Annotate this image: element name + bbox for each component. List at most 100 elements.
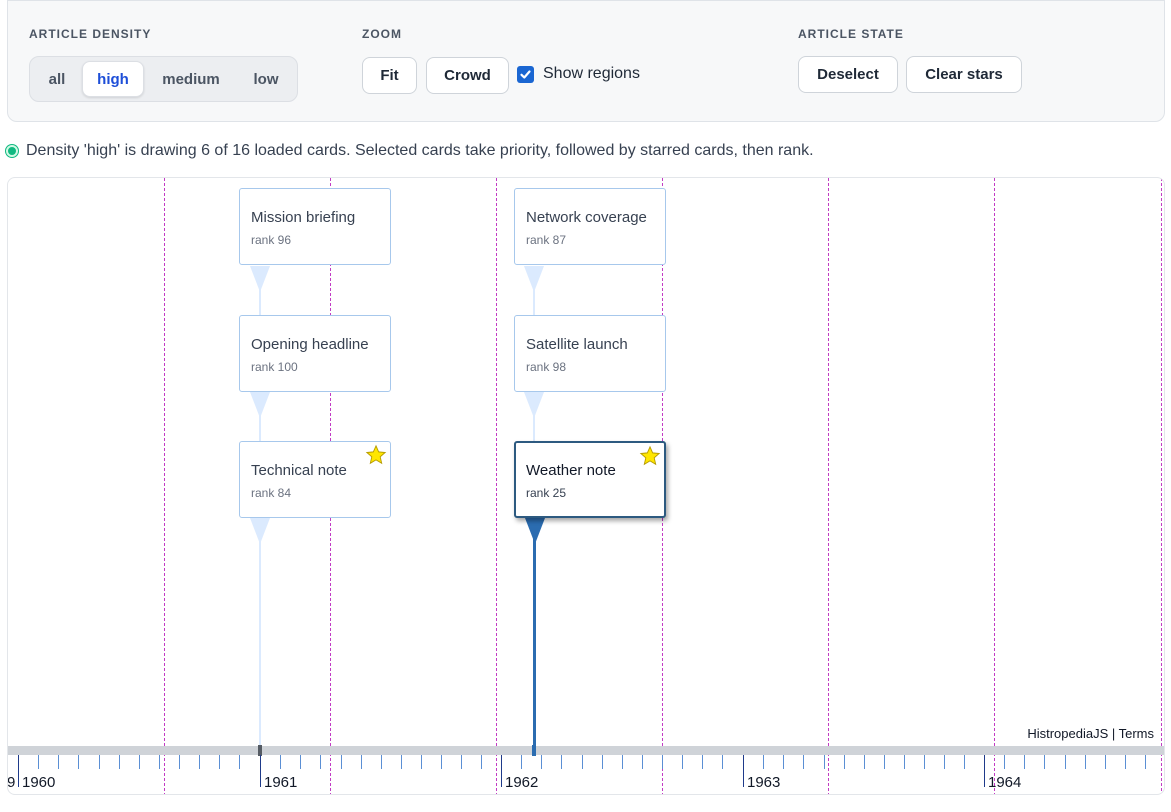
density-option-all[interactable]: all xyxy=(34,61,80,97)
month-tick xyxy=(642,755,643,769)
year-label: 1964 xyxy=(988,774,1022,791)
timeline-canvas[interactable]: Mission briefing rank 96 Opening headlin… xyxy=(7,177,1165,795)
month-tick xyxy=(924,755,925,769)
card-pointer xyxy=(250,518,270,544)
month-tick xyxy=(602,755,603,769)
month-tick xyxy=(99,755,100,769)
show-regions-label: Show regions xyxy=(543,65,640,82)
month-tick xyxy=(38,755,39,769)
month-tick xyxy=(1065,755,1066,769)
year-tick xyxy=(18,755,19,787)
month-tick xyxy=(1004,755,1005,769)
card-pointer xyxy=(524,392,544,418)
region-boundary xyxy=(828,178,829,794)
month-tick xyxy=(944,755,945,769)
fit-button[interactable]: Fit xyxy=(362,57,417,94)
density-group-label: ARTICLE DENSITY xyxy=(29,27,152,41)
card-title: Opening headline xyxy=(251,336,369,353)
month-tick xyxy=(1105,755,1106,769)
region-boundary xyxy=(1161,178,1162,794)
status-text: Density 'high' is drawing 6 of 16 loaded… xyxy=(26,142,814,159)
star-icon[interactable] xyxy=(365,444,387,466)
month-tick xyxy=(964,755,965,769)
year-label: 1963 xyxy=(747,774,781,791)
checkmark-icon xyxy=(520,69,531,79)
year-tick xyxy=(984,755,985,787)
month-tick xyxy=(1125,755,1126,769)
month-tick xyxy=(722,755,723,769)
density-option-high[interactable]: high xyxy=(82,61,144,97)
card-rank: rank 96 xyxy=(251,233,292,247)
axis-marker-selected xyxy=(532,745,536,756)
card-title: Network coverage xyxy=(526,209,647,226)
month-tick xyxy=(1024,755,1025,769)
month-tick xyxy=(239,755,240,769)
clear-stars-button[interactable]: Clear stars xyxy=(906,56,1022,93)
article-card[interactable]: Technical note rank 84 xyxy=(239,441,391,518)
card-rank: rank 84 xyxy=(251,486,292,500)
card-title: Weather note xyxy=(526,462,616,479)
month-tick xyxy=(219,755,220,769)
month-tick xyxy=(702,755,703,769)
density-option-low[interactable]: low xyxy=(238,61,294,97)
region-boundary xyxy=(994,178,995,794)
region-boundary xyxy=(496,178,497,794)
timeline-axis-bar[interactable] xyxy=(8,746,1164,755)
card-pointer xyxy=(250,392,270,418)
deselect-button[interactable]: Deselect xyxy=(798,56,898,93)
month-tick xyxy=(199,755,200,769)
year-label: 1960 xyxy=(22,774,56,791)
month-tick xyxy=(561,755,562,769)
month-tick xyxy=(541,755,542,769)
month-tick xyxy=(58,755,59,769)
article-card[interactable]: Satellite launch rank 98 xyxy=(514,315,666,392)
article-card[interactable]: Mission briefing rank 96 xyxy=(239,188,391,265)
month-tick xyxy=(280,755,281,769)
card-rank: rank 100 xyxy=(251,360,298,374)
attribution-link[interactable]: HistropediaJS | Terms xyxy=(1027,726,1154,741)
month-tick xyxy=(119,755,120,769)
star-icon[interactable] xyxy=(639,445,661,467)
month-tick xyxy=(361,755,362,769)
year-tick xyxy=(501,755,502,787)
year-label: 1961 xyxy=(264,774,298,791)
article-state-group-label: ARTICLE STATE xyxy=(798,27,904,41)
month-tick xyxy=(481,755,482,769)
month-tick xyxy=(441,755,442,769)
show-regions-checkbox[interactable] xyxy=(517,65,534,83)
month-tick xyxy=(381,755,382,769)
density-option-medium[interactable]: medium xyxy=(148,61,234,97)
density-segmented-control: all high medium low xyxy=(29,56,298,102)
month-tick xyxy=(783,755,784,769)
controls-panel: ARTICLE DENSITY all high medium low ZOOM… xyxy=(7,0,1165,122)
density-status: Density 'high' is drawing 6 of 16 loaded… xyxy=(6,142,814,160)
year-tick xyxy=(260,755,261,787)
month-tick xyxy=(763,755,764,769)
card-rank: rank 87 xyxy=(526,233,567,247)
month-tick xyxy=(1085,755,1086,769)
month-tick xyxy=(904,755,905,769)
article-card-selected[interactable]: Weather note rank 25 xyxy=(514,441,666,518)
month-tick xyxy=(622,755,623,769)
month-tick xyxy=(300,755,301,769)
month-tick xyxy=(824,755,825,769)
show-regions-toggle[interactable]: Show regions xyxy=(517,65,640,83)
month-tick xyxy=(341,755,342,769)
month-tick xyxy=(461,755,462,769)
card-pointer xyxy=(524,266,544,292)
month-tick xyxy=(1044,755,1045,769)
article-card[interactable]: Opening headline rank 100 xyxy=(239,315,391,392)
month-tick xyxy=(320,755,321,769)
month-tick xyxy=(682,755,683,769)
zoom-group-label: ZOOM xyxy=(362,27,402,41)
month-tick xyxy=(884,755,885,769)
card-title: Satellite launch xyxy=(526,336,628,353)
card-connector xyxy=(259,518,261,748)
month-tick xyxy=(844,755,845,769)
article-card[interactable]: Network coverage rank 87 xyxy=(514,188,666,265)
crowd-button[interactable]: Crowd xyxy=(426,57,509,94)
status-dot-icon xyxy=(6,145,18,157)
card-pointer xyxy=(250,266,270,292)
month-tick xyxy=(401,755,402,769)
selected-card-pointer xyxy=(525,518,545,544)
